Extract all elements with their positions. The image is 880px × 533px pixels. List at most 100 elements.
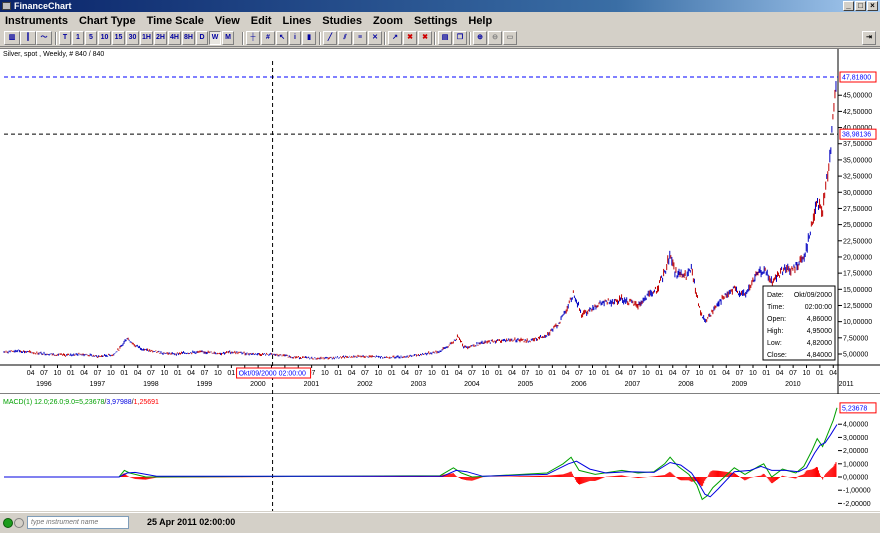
- timeframe-10-button[interactable]: 10: [98, 31, 111, 45]
- gann-icon[interactable]: ✕: [368, 31, 382, 45]
- trendline-icon[interactable]: ╱: [323, 31, 337, 45]
- info-icon[interactable]: i: [289, 31, 301, 45]
- timeframe-m-button[interactable]: M: [222, 31, 234, 45]
- menu-time-scale[interactable]: Time Scale: [142, 13, 210, 28]
- timeframe-4h-button[interactable]: 4H: [168, 31, 181, 45]
- candle-chart-type-icon[interactable]: ┃: [20, 31, 36, 45]
- menu-settings[interactable]: Settings: [409, 13, 463, 28]
- title-bar[interactable]: FinanceChart _ □ ×: [0, 0, 880, 12]
- refresh-icon[interactable]: [14, 518, 24, 528]
- timeframe-1-button[interactable]: 1: [72, 31, 84, 45]
- month-label: 10: [589, 370, 597, 377]
- month-label: 07: [201, 370, 209, 377]
- tooltip-value: 4,86000: [807, 316, 832, 323]
- month-label: 07: [468, 370, 476, 377]
- year-label: 2011: [839, 381, 854, 388]
- finance-chart-window: FinanceChart _ □ × Instruments Chart Type…: [0, 0, 880, 533]
- month-label: 10: [803, 370, 811, 377]
- month-label: 01: [67, 370, 75, 377]
- menu-zoom[interactable]: Zoom: [368, 13, 409, 28]
- connected-icon: [3, 518, 13, 528]
- year-label: 2003: [411, 381, 427, 388]
- app-icon: [2, 2, 11, 10]
- timeframe-15-button[interactable]: 15: [112, 31, 125, 45]
- timeframe-w-button[interactable]: W: [209, 31, 221, 45]
- copy-icon[interactable]: ❐: [453, 31, 467, 45]
- month-label: 07: [147, 370, 155, 377]
- chart-header: Silver, spot , Weekly, # 840 / 840: [3, 51, 104, 58]
- menu-instruments[interactable]: Instruments: [0, 13, 74, 28]
- month-label: 01: [334, 370, 342, 377]
- month-label: 07: [682, 370, 690, 377]
- menu-view[interactable]: View: [210, 13, 246, 28]
- timeframe-d-button[interactable]: D: [196, 31, 208, 45]
- close-button[interactable]: ×: [867, 1, 878, 11]
- tooltip-label: Low:: [767, 340, 782, 347]
- year-label: 2000: [250, 381, 266, 388]
- tooltip-label: High:: [767, 328, 783, 335]
- menu-edit[interactable]: Edit: [246, 13, 278, 28]
- fibonacci-icon[interactable]: ≡: [353, 31, 367, 45]
- month-label: 04: [80, 370, 88, 377]
- price-axis-label: 45,00000: [843, 93, 872, 100]
- timeframe-8h-button[interactable]: 8H: [182, 31, 195, 45]
- tooltip-label: Open:: [767, 316, 786, 323]
- volume-icon[interactable]: ▮: [302, 31, 316, 45]
- month-label: 04: [722, 370, 730, 377]
- month-label: 01: [120, 370, 128, 377]
- zoom-out-icon[interactable]: ⊖: [488, 31, 502, 45]
- macd-axis-label: -1,00000: [843, 488, 871, 495]
- tooltip-value: Okt/09/2000: [794, 292, 832, 299]
- month-label: 10: [375, 370, 383, 377]
- select-line-icon[interactable]: ↗: [388, 31, 402, 45]
- tooltip-label: Time:: [767, 304, 784, 311]
- price-axis-label: 35,00000: [843, 157, 872, 164]
- macd-pane[interactable]: [0, 394, 880, 511]
- minimize-button[interactable]: _: [843, 1, 854, 11]
- month-label: 01: [602, 370, 610, 377]
- toolbar: ▥ ┃ 〜 T 1 5 10 15 30 1H 2H 4H 8H D W M ┼ # ↖ i ▮ ╱ ⫽…: [0, 30, 880, 47]
- year-label: 2001: [304, 381, 320, 388]
- toolbar-separator: [384, 32, 386, 45]
- grid-icon[interactable]: #: [261, 31, 275, 45]
- month-label: 10: [482, 370, 490, 377]
- line-chart-type-icon[interactable]: 〜: [36, 31, 52, 45]
- price-axis-label: 37,50000: [843, 141, 872, 148]
- zoom-in-icon[interactable]: ⊕: [473, 31, 487, 45]
- timeframe-2h-button[interactable]: 2H: [154, 31, 167, 45]
- menu-studies[interactable]: Studies: [317, 13, 368, 28]
- month-label: 01: [762, 370, 770, 377]
- channel-icon[interactable]: ⫽: [338, 31, 352, 45]
- chart-area[interactable]: Silver, spot , Weekly, # 840 / 840 45,000…: [0, 48, 880, 511]
- timeframe-30-button[interactable]: 30: [126, 31, 139, 45]
- timeframe-5-button[interactable]: 5: [85, 31, 97, 45]
- delete-line-icon[interactable]: ✖: [403, 31, 417, 45]
- crosshair-icon[interactable]: ┼: [246, 31, 260, 45]
- print-icon[interactable]: ▤: [438, 31, 452, 45]
- bar-chart-type-icon[interactable]: ▥: [4, 31, 20, 45]
- zoom-reset-icon[interactable]: ▭: [503, 31, 517, 45]
- month-label: 01: [548, 370, 556, 377]
- macd-value-label: 5,23678: [842, 405, 867, 412]
- price-axis-label: 7,50000: [843, 335, 868, 342]
- month-label: 01: [174, 370, 182, 377]
- menu-lines[interactable]: Lines: [278, 13, 318, 28]
- maximize-button[interactable]: □: [855, 1, 866, 11]
- year-label: 2005: [518, 381, 534, 388]
- chart-canvas[interactable]: Silver, spot , Weekly, # 840 / 840 45,000…: [0, 49, 880, 511]
- max-price-label: 47,81800: [842, 75, 871, 82]
- cursor-icon[interactable]: ↖: [276, 31, 288, 45]
- menu-chart-type[interactable]: Chart Type: [74, 13, 142, 28]
- month-label: 04: [669, 370, 677, 377]
- timeframe-t-button[interactable]: T: [59, 31, 71, 45]
- month-label: 01: [495, 370, 503, 377]
- month-label: 07: [415, 370, 423, 377]
- delete-all-lines-icon[interactable]: ✖: [418, 31, 432, 45]
- macd-axis-label: 0,00000: [843, 475, 868, 482]
- menu-help[interactable]: Help: [463, 13, 498, 28]
- scroll-end-icon[interactable]: ⇥: [862, 31, 876, 45]
- month-label: 10: [161, 370, 169, 377]
- instrument-search-input[interactable]: [27, 516, 129, 529]
- month-label: 04: [187, 370, 195, 377]
- timeframe-1h-button[interactable]: 1H: [140, 31, 153, 45]
